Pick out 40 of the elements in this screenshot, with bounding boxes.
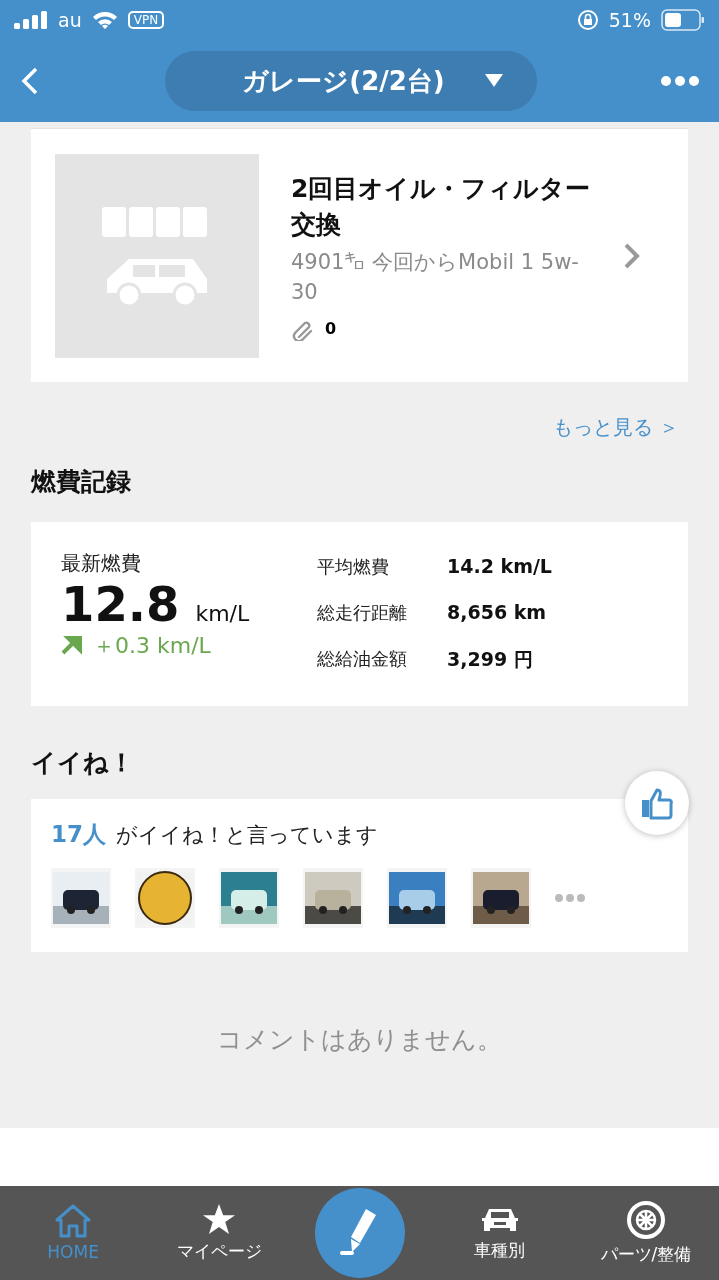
record-card[interactable]: 2回目オイル・フィルター交換 4901㌔ 今回からMobil 1 5w-30 0 bbox=[31, 128, 688, 382]
stat-label: 総走行距離 bbox=[317, 601, 408, 625]
like-button[interactable] bbox=[625, 771, 689, 835]
back-icon[interactable] bbox=[20, 66, 40, 96]
vpn-badge: VPN bbox=[127, 11, 165, 29]
record-title: 2回目オイル・フィルター交換 bbox=[291, 172, 591, 241]
battery-icon bbox=[661, 9, 705, 31]
unit-label: km/L bbox=[195, 601, 250, 626]
wifi-icon bbox=[91, 11, 118, 29]
stat-value: 3,299 円 bbox=[447, 647, 534, 672]
attachment-count: 0 bbox=[325, 319, 337, 338]
more-icon[interactable] bbox=[555, 894, 585, 902]
section-heading: イイね！ bbox=[31, 747, 134, 779]
signal-icon bbox=[14, 11, 48, 29]
star-icon bbox=[202, 1203, 237, 1236]
stat-label: 平均燃費 bbox=[317, 555, 390, 579]
change-value: ＋0.3 km/L bbox=[93, 632, 211, 660]
carrier-name: au bbox=[58, 9, 82, 31]
section-heading: 燃費記録 bbox=[31, 466, 132, 498]
rotation-lock-icon bbox=[576, 9, 599, 31]
latest-value: 12.8 bbox=[61, 577, 180, 631]
tab-item[interactable]: マイページ bbox=[146, 1186, 293, 1280]
more-icon[interactable] bbox=[661, 76, 699, 86]
battery-percent: 51% bbox=[608, 9, 651, 31]
thumbs-up-icon bbox=[640, 786, 674, 820]
stat-value: 8,656 km bbox=[447, 601, 548, 625]
like-text: がイイね！と言っています bbox=[116, 822, 378, 849]
tab-item[interactable]: 車種別 bbox=[426, 1186, 573, 1280]
tab-item[interactable]: パーツ/整備 bbox=[572, 1186, 719, 1280]
caret-icon bbox=[484, 74, 503, 88]
chevron-right-icon bbox=[623, 241, 641, 270]
record-detail: 4901㌔ 今回からMobil 1 5w-30 bbox=[291, 248, 580, 306]
arrow-up-right-icon bbox=[61, 635, 83, 657]
wheel-icon bbox=[626, 1200, 665, 1239]
stat-value: 14.2 km/L bbox=[447, 555, 552, 579]
garage-selector[interactable]: ガレージ(2/2台) bbox=[164, 51, 537, 111]
latest-label: 最新燃費 bbox=[61, 550, 142, 577]
stat-label: 総給油金額 bbox=[317, 647, 408, 671]
empty-comments: コメントはありません。 bbox=[216, 1023, 503, 1056]
home-icon bbox=[55, 1204, 92, 1238]
